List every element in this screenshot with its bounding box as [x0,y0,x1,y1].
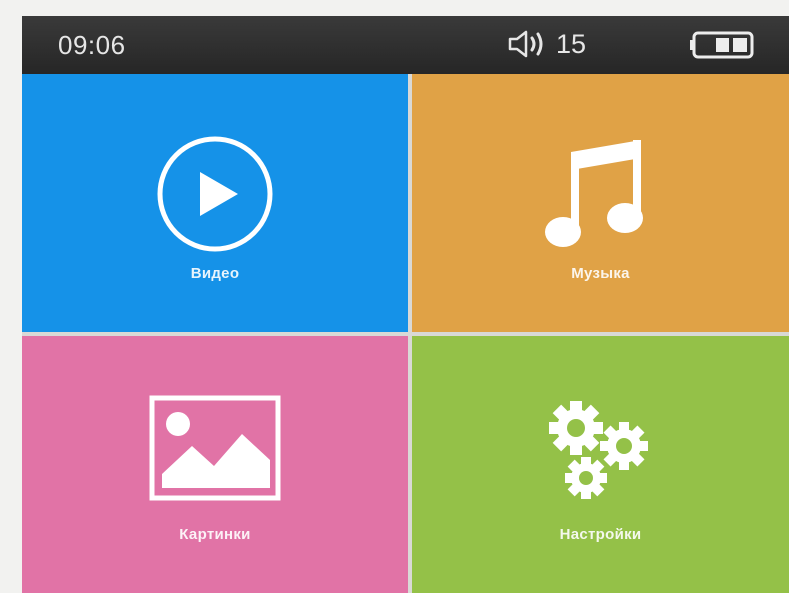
volume-indicator: 15 [506,28,586,60]
menu-tile-music[interactable]: Музыка [412,74,789,332]
volume-level: 15 [556,28,587,59]
gears-icon [548,401,648,499]
status-bar: 09:06 15 [22,16,789,74]
clock-time: 09:06 [58,30,126,60]
menu-tile-label-music: Музыка [571,265,630,282]
menu-tile-pictures[interactable]: Картинки [22,336,408,593]
picture-icon [149,395,281,501]
play-circle-icon [157,136,273,252]
speaker-volume-icon [508,30,543,58]
menu-tile-label-video: Видео [190,265,240,282]
music-note-icon [544,140,643,247]
main-menu-grid: Видео Музыка Картинки Настройки [22,74,789,593]
menu-tile-settings[interactable]: Настройки [412,336,789,593]
menu-tile-label-settings: Настройки [559,526,642,543]
device-screen: 09:06 15 Видео Музыка Картинки Настройки [22,16,789,593]
menu-tile-label-pictures: Картинки [179,526,251,543]
battery-icon [690,31,754,59]
menu-tile-video[interactable]: Видео [22,74,408,332]
